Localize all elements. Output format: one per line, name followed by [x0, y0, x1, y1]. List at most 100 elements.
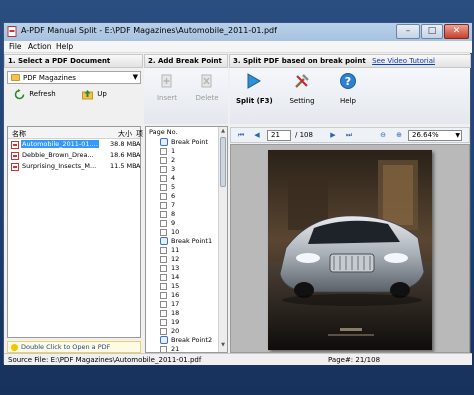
prev-page-icon[interactable]: ◀ — [253, 131, 261, 139]
page-icon — [160, 166, 167, 173]
folder-dropdown[interactable]: PDF Magazines ▼ — [7, 71, 141, 84]
page-tree[interactable]: Page No. Break Point 1 2 3 4 5 6 7 8 9 10 Break Poi… — [145, 126, 228, 353]
menu-help[interactable]: Help — [56, 42, 73, 51]
split-header-label: 3. Split PDF based on break point — [233, 57, 366, 65]
page-icon — [160, 184, 167, 191]
file-size: 38.8 MB — [110, 140, 137, 148]
file-list-header: 名称 大小 项 — [8, 127, 143, 139]
zoom-in-icon[interactable]: ⊕ — [395, 131, 403, 139]
page-icon — [160, 148, 167, 155]
scroll-thumb[interactable] — [220, 137, 226, 187]
file-type: A — [136, 140, 141, 148]
zoom-out-icon[interactable]: ⊖ — [379, 131, 387, 139]
page-number-label: 21 — [171, 345, 180, 353]
page-node[interactable]: 12 — [146, 255, 218, 264]
maximize-icon[interactable]: □ — [421, 24, 443, 39]
page-node[interactable]: 19 — [146, 318, 218, 327]
minimize-icon[interactable]: – — [396, 24, 420, 39]
page-node[interactable]: 17 — [146, 300, 218, 309]
page-number-label: 9 — [171, 219, 176, 227]
page-icon — [160, 283, 167, 290]
page-icon — [160, 265, 167, 272]
insert-label: Insert — [156, 94, 178, 102]
setting-label: Setting — [289, 97, 315, 105]
folder-dropdown-value: PDF Magazines — [23, 74, 76, 82]
break-point-node[interactable]: Break Point — [146, 138, 218, 147]
status-page: Page#: 21/108 — [328, 356, 381, 364]
page-node[interactable]: 18 — [146, 309, 218, 318]
page-node[interactable]: 5 — [146, 183, 218, 192]
tools-icon — [295, 74, 309, 88]
page-node[interactable]: 15 — [146, 282, 218, 291]
up-button[interactable]: Up — [82, 88, 107, 102]
page-number-label: 1 — [171, 147, 176, 155]
page-icon — [160, 229, 167, 236]
page-node[interactable]: 4 — [146, 174, 218, 183]
file-row[interactable]: Debbie_Brown_Drea... 18.6 MB A — [8, 151, 140, 161]
close-icon[interactable]: ✕ — [444, 24, 469, 39]
page-node[interactable]: 9 — [146, 219, 218, 228]
menu-file[interactable]: File — [9, 42, 22, 51]
column-type[interactable]: 项 — [136, 129, 143, 139]
column-name[interactable]: 名称 — [12, 129, 26, 139]
help-button[interactable]: ? Help — [336, 72, 360, 116]
break-point-node[interactable]: Break Point1 — [146, 237, 218, 246]
page-number-label: 18 — [171, 309, 180, 317]
pdf-file-icon — [11, 163, 19, 171]
title-bar[interactable]: A-PDF Manual Split - E:\PDF Magazines\Au… — [4, 23, 472, 41]
page-node[interactable]: 8 — [146, 210, 218, 219]
page-node[interactable]: 2 — [146, 156, 218, 165]
page-node[interactable]: 13 — [146, 264, 218, 273]
page-node[interactable]: 16 — [146, 291, 218, 300]
chevron-down-icon: ▼ — [132, 73, 138, 81]
page-node[interactable]: 7 — [146, 201, 218, 210]
setting-button[interactable]: Setting — [288, 72, 316, 116]
page-number-input[interactable]: 21 — [267, 130, 291, 141]
pdf-file-icon — [11, 141, 19, 149]
window-title: A-PDF Manual Split - E:\PDF Magazines\Au… — [21, 26, 277, 35]
delete-button[interactable]: Delete — [192, 74, 222, 114]
page-node[interactable]: 6 — [146, 192, 218, 201]
scroll-down-icon[interactable]: ▼ — [220, 342, 226, 350]
up-label: Up — [97, 90, 107, 98]
zoom-select[interactable]: 26.64% ▼ — [408, 130, 462, 141]
page-icon — [160, 211, 167, 218]
video-tutorial-link[interactable]: See Video Tutorial — [372, 57, 435, 65]
file-list[interactable]: 名称 大小 项 Automobile_2011-01.... 38.8 MB A… — [7, 126, 143, 338]
page-node[interactable]: 14 — [146, 273, 218, 282]
page-node[interactable]: 11 — [146, 246, 218, 255]
page-node[interactable]: 10 — [146, 228, 218, 237]
page-number-label: 2 — [171, 156, 176, 164]
first-page-icon[interactable]: ⏮ — [237, 131, 245, 139]
refresh-button[interactable]: Refresh — [14, 88, 56, 102]
page-tree-scrollbar[interactable]: ▲ ▼ — [218, 127, 227, 352]
menu-action[interactable]: Action — [28, 42, 52, 51]
next-page-icon[interactable]: ▶ — [329, 131, 337, 139]
page-node[interactable]: 3 — [146, 165, 218, 174]
lightbulb-icon — [11, 344, 18, 351]
page-icon — [160, 328, 167, 335]
break-point-label: Break Point1 — [171, 237, 213, 245]
column-size[interactable]: 大小 — [118, 129, 132, 139]
page-number-label: 8 — [171, 210, 176, 218]
break-point-node[interactable]: Break Point2 — [146, 336, 218, 345]
last-page-icon[interactable]: ⏭ — [345, 131, 353, 139]
page-number-label: 16 — [171, 291, 180, 299]
file-row[interactable]: Automobile_2011-01.... 38.8 MB A — [8, 140, 140, 150]
page-navigation: ⏮ ◀ 21 / 108 ▶ ⏭ ⊖ ⊕ 26.64% ▼ — [230, 127, 470, 143]
break-point-label: Break Point — [171, 138, 208, 146]
page-node[interactable]: 1 — [146, 147, 218, 156]
scroll-up-icon[interactable]: ▲ — [220, 128, 226, 136]
split-button[interactable]: Split (F3) — [236, 72, 273, 116]
page-node[interactable]: 21 — [146, 345, 218, 353]
pdf-preview[interactable] — [230, 144, 470, 353]
page-number-label: 11 — [171, 246, 180, 254]
page-number-label: 14 — [171, 273, 180, 281]
page-node[interactable]: 20 — [146, 327, 218, 336]
file-row[interactable]: Surprising_Insects_M... 11.5 MB A — [8, 162, 140, 172]
page-icon — [160, 247, 167, 254]
select-document-header: 1. Select a PDF Document — [4, 54, 143, 68]
car-ad-illustration — [268, 150, 432, 350]
tree-header-label: Page No. — [149, 128, 178, 136]
insert-button[interactable]: Insert — [152, 74, 182, 114]
